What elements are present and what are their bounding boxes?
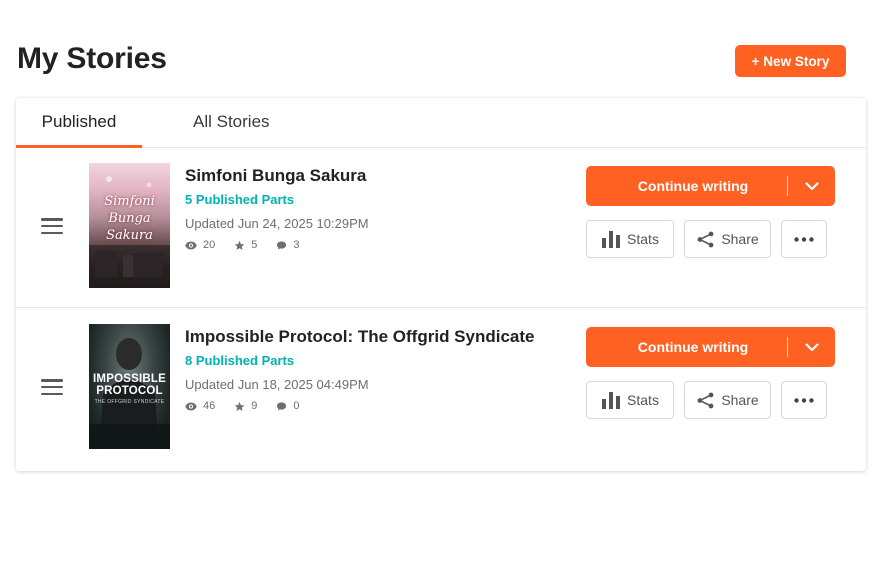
more-options-button[interactable] [781, 381, 827, 419]
star-icon [234, 240, 245, 250]
drag-handle-icon[interactable] [41, 218, 63, 234]
eye-icon [185, 402, 197, 410]
updated-timestamp: Updated Jun 18, 2025 04:49PM [185, 377, 369, 392]
share-label: Share [721, 392, 759, 408]
comment-icon [277, 240, 287, 250]
stats-button[interactable]: Stats [586, 220, 674, 258]
story-title[interactable]: Simfoni Bunga Sakura [185, 166, 366, 186]
share-icon [697, 231, 714, 247]
continue-writing-label: Continue writing [637, 339, 749, 355]
eye-icon [185, 241, 197, 249]
continue-writing-label: Continue writing [637, 178, 749, 194]
page-title: My Stories [17, 42, 167, 75]
cover-title-line-1: IMPOSSIBLE [93, 373, 166, 385]
new-story-button[interactable]: + New Story [735, 45, 846, 77]
story-stats: 46 9 0 [185, 400, 319, 412]
more-options-button[interactable] [781, 220, 827, 258]
button-divider [787, 337, 788, 357]
published-parts-count: 8 Published Parts [185, 353, 295, 368]
more-dots-icon [794, 236, 814, 242]
published-parts-count: 5 Published Parts [185, 192, 295, 207]
chevron-down-icon[interactable] [797, 176, 827, 196]
story-title[interactable]: Impossible Protocol: The Offgrid Syndica… [185, 327, 535, 347]
comment-icon [277, 401, 287, 411]
comments-count: 0 [293, 400, 300, 412]
story-row: IMPOSSIBLE PROTOCOL THE OFFGRID SYNDICAT… [16, 309, 866, 469]
story-row: Simfoni Bunga Sakura Simfoni Bunga Sakur… [16, 148, 866, 308]
votes-count: 9 [251, 400, 258, 412]
stats-button[interactable]: Stats [586, 381, 674, 419]
cover-title-line-2: PROTOCOL [96, 385, 163, 397]
views-count: 46 [203, 400, 216, 412]
chevron-down-icon[interactable] [797, 337, 827, 357]
stats-label: Stats [627, 392, 659, 408]
cover-art [89, 176, 170, 288]
share-button[interactable]: Share [684, 220, 771, 258]
story-cover[interactable]: Simfoni Bunga Sakura [89, 163, 170, 288]
story-tabs: Published All Stories [16, 98, 866, 148]
cover-subtitle: THE OFFGRID SYNDICATE [94, 399, 165, 405]
continue-writing-button[interactable]: Continue writing [586, 327, 835, 367]
continue-writing-button[interactable]: Continue writing [586, 166, 835, 206]
share-button[interactable]: Share [684, 381, 771, 419]
stories-card: Published All Stories Simfoni Bunga Saku… [16, 98, 866, 471]
star-icon [234, 401, 245, 411]
votes-count: 5 [251, 239, 258, 251]
bar-chart-icon [602, 392, 621, 409]
share-icon [697, 392, 714, 408]
drag-handle-icon[interactable] [41, 379, 63, 395]
more-dots-icon [794, 397, 814, 403]
views-count: 20 [203, 239, 216, 251]
story-cover[interactable]: IMPOSSIBLE PROTOCOL THE OFFGRID SYNDICAT… [89, 324, 170, 449]
comments-count: 3 [293, 239, 300, 251]
story-stats: 20 5 3 [185, 239, 319, 251]
updated-timestamp: Updated Jun 24, 2025 10:29PM [185, 216, 369, 231]
share-label: Share [721, 231, 759, 247]
tab-all-stories[interactable]: All Stories [193, 112, 270, 148]
tab-published[interactable]: Published [16, 112, 142, 148]
bar-chart-icon [602, 231, 621, 248]
stats-label: Stats [627, 231, 659, 247]
button-divider [787, 176, 788, 196]
